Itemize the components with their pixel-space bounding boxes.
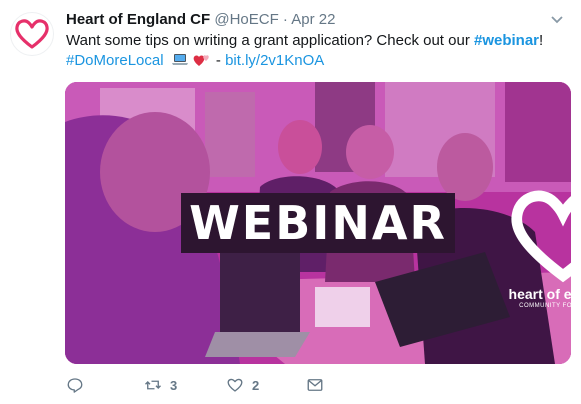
direct-message-button[interactable] [306, 374, 324, 396]
link-separator: - [211, 52, 226, 69]
chevron-down-icon[interactable] [549, 12, 565, 28]
envelope-icon [307, 379, 323, 391]
laptop-emoji-icon [171, 52, 189, 74]
hashtag-webinar-link[interactable]: #webinar [474, 32, 539, 49]
hashtag-domorelocal-link[interactable]: #DoMoreLocal [66, 52, 164, 69]
webinar-banner-text: WEBINAR [189, 196, 447, 250]
tweet-text-end: ! [539, 32, 544, 49]
tweet-text-body: Want some tips on writing a grant applic… [66, 32, 474, 49]
tweet-timestamp[interactable]: Apr 22 [291, 11, 335, 28]
separator-dot: · [282, 11, 288, 28]
retweet-count: 3 [170, 377, 178, 393]
account-name[interactable]: Heart of England CF [66, 11, 210, 28]
account-handle[interactable]: @HoECF [214, 11, 278, 28]
short-link[interactable]: bit.ly/2v1KnOA [225, 52, 324, 69]
heart-logo-icon [511, 190, 571, 283]
avatar[interactable] [10, 12, 54, 56]
reply-icon [67, 378, 83, 393]
heart-icon [227, 378, 243, 392]
tweet-text: Want some tips on writing a grant applic… [66, 31, 566, 74]
tweet-card[interactable]: Heart of England CF @HoECF · Apr 22 Want… [0, 0, 581, 404]
retweet-button[interactable]: 3 [144, 374, 177, 396]
heart-logo-icon [15, 19, 49, 49]
tweet-actions: 3 2 [66, 374, 366, 396]
reply-button[interactable] [66, 374, 84, 396]
heart-emoji-icon [192, 52, 212, 74]
like-button[interactable]: 2 [226, 374, 259, 396]
brand-name: heart of england [508, 285, 571, 302]
brand-subtitle: COMMUNITY FOUNDATION [519, 302, 571, 309]
tweet-header: Heart of England CF @HoECF · Apr 22 [66, 10, 541, 30]
like-count: 2 [252, 377, 260, 393]
webinar-banner: WEBINAR [181, 193, 455, 253]
retweet-icon [145, 380, 161, 390]
brand-watermark: heart of england COMMUNITY FOUNDATION [508, 187, 571, 310]
